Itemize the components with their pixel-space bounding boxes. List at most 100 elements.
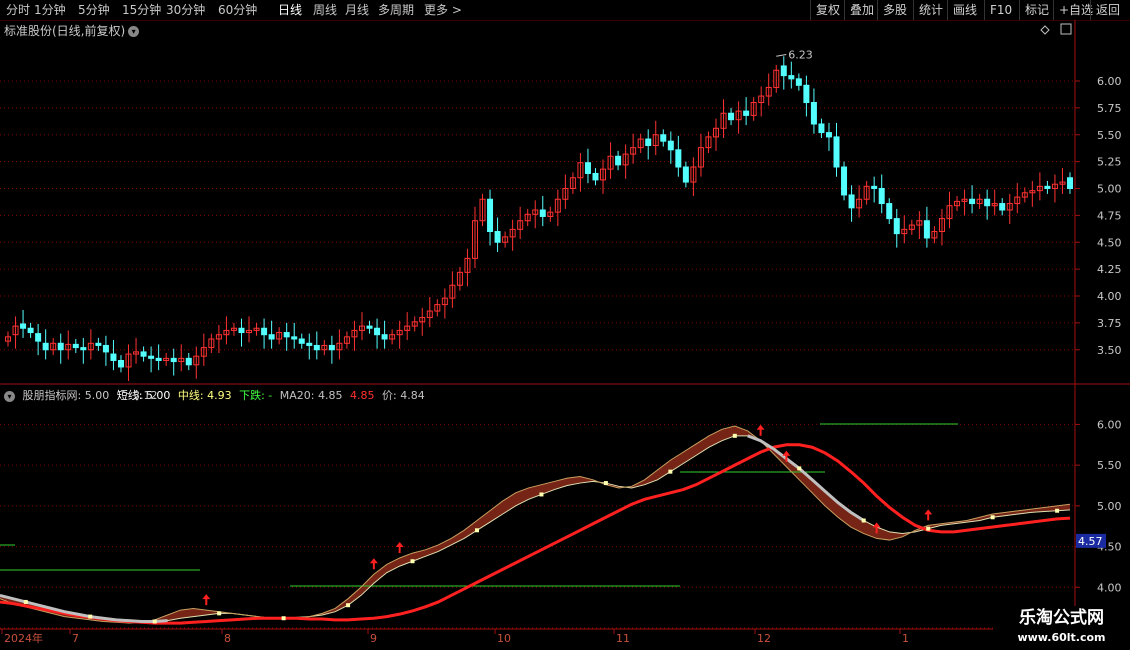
candle-body xyxy=(1067,177,1073,189)
candle-body xyxy=(584,162,591,174)
chart-canvas[interactable]: 3.50 3.75 4.00 4.25 4.50 4.75 5.00 5.25 5.50 5.75… xyxy=(0,0,1130,650)
annotation-leader xyxy=(776,53,787,57)
main-tick-label: 4.00 xyxy=(1097,290,1122,303)
candle-body xyxy=(788,75,795,80)
site-logo: 乐淘公式网 www.60lt.com xyxy=(993,606,1130,650)
annotation-label: 3.12 xyxy=(133,389,158,402)
candle-body xyxy=(780,65,787,77)
line-marker xyxy=(539,492,544,497)
date-axis-label: 11 xyxy=(616,632,630,645)
candle-body xyxy=(682,166,689,183)
diamond-icon xyxy=(1040,25,1050,35)
main-tick-label: 6.00 xyxy=(1097,75,1122,88)
candle-body xyxy=(20,323,27,329)
candle-body xyxy=(886,203,893,220)
candle-body xyxy=(35,333,42,342)
short-line xyxy=(0,425,1071,624)
candle-body xyxy=(170,357,177,363)
mid-line xyxy=(0,435,1071,622)
line-marker xyxy=(797,466,802,471)
candle-body xyxy=(148,355,155,359)
main-tick-label: 5.75 xyxy=(1097,102,1122,115)
buy-arrow-icon xyxy=(395,541,404,553)
candle-body xyxy=(261,327,268,336)
line-marker xyxy=(926,526,931,531)
candle-body xyxy=(155,357,162,362)
candle-body xyxy=(893,218,900,235)
candle-body xyxy=(660,134,667,142)
candle-body xyxy=(795,78,802,86)
candle-body xyxy=(117,360,124,368)
main-tick-label: 5.25 xyxy=(1097,156,1122,169)
candle-body xyxy=(57,342,64,351)
main-tick-label: 3.50 xyxy=(1097,344,1122,357)
candle-body xyxy=(818,123,825,134)
line-marker xyxy=(152,619,157,624)
candle-body xyxy=(328,344,335,351)
main-tick-label: 5.50 xyxy=(1097,129,1122,142)
buy-arrow-icon xyxy=(202,594,211,606)
candle-body xyxy=(923,220,930,239)
candle-body xyxy=(848,194,855,209)
candle-body xyxy=(803,84,810,104)
candle-body xyxy=(102,344,109,353)
indicator-tick-label: 4.00 xyxy=(1097,581,1122,594)
indicator-tick-label: 5.00 xyxy=(1097,500,1122,513)
buy-arrow-icon xyxy=(924,509,933,521)
candle-body xyxy=(487,198,494,232)
candle-body xyxy=(969,198,976,205)
date-axis-label: 2024年 xyxy=(4,631,43,645)
candle-body xyxy=(313,344,320,351)
candle-body xyxy=(291,336,298,340)
candle-body xyxy=(1044,185,1051,190)
line-marker xyxy=(281,616,286,621)
date-axis-label: 7 xyxy=(72,632,79,645)
main-tick-label: 5.00 xyxy=(1097,183,1122,196)
candle-body xyxy=(675,149,682,168)
candle-body xyxy=(381,334,388,340)
candle-body xyxy=(615,155,622,166)
line-marker xyxy=(1055,508,1060,513)
candle-body xyxy=(140,351,147,357)
candle-body xyxy=(110,353,117,361)
main-tick-label: 3.75 xyxy=(1097,317,1122,330)
candle-body xyxy=(871,185,878,190)
logo-line2: www.60lt.com xyxy=(1017,631,1106,644)
buy-arrow-icon xyxy=(756,424,765,436)
main-tick-label: 4.50 xyxy=(1097,236,1122,249)
candle-body xyxy=(185,357,192,366)
candle-body xyxy=(667,140,674,151)
buy-arrow-icon xyxy=(369,558,378,570)
candle-body xyxy=(810,102,817,125)
line-marker xyxy=(732,433,737,438)
ma20-line xyxy=(0,443,1071,625)
date-axis-label: 10 xyxy=(497,632,511,645)
candle-body xyxy=(841,166,848,196)
candle-body xyxy=(825,132,832,138)
line-marker xyxy=(474,528,479,533)
date-axis-label: 1 xyxy=(902,632,909,645)
main-tick-label: 4.75 xyxy=(1097,209,1122,222)
indicator-tick-label: 5.50 xyxy=(1097,459,1122,472)
date-axis-label: 8 xyxy=(224,632,231,645)
line-marker xyxy=(88,614,93,619)
candle-body xyxy=(306,342,313,346)
candle-body xyxy=(268,334,275,340)
candle-body xyxy=(366,325,373,329)
date-axis-label: 9 xyxy=(370,632,377,645)
logo-line1: 乐淘公式网 xyxy=(1019,608,1104,628)
candle-body xyxy=(743,110,750,116)
candle-body xyxy=(374,327,381,336)
main-tick-label: 4.25 xyxy=(1097,263,1122,276)
candle-body xyxy=(494,231,501,243)
candle-body xyxy=(238,327,245,334)
line-marker xyxy=(603,481,608,486)
candle-body xyxy=(539,209,546,217)
candle-body xyxy=(72,343,79,349)
date-axis-label: 12 xyxy=(757,632,771,645)
candle-body xyxy=(833,136,840,168)
candle-body xyxy=(283,332,290,338)
candle-body xyxy=(728,112,735,121)
line-marker xyxy=(410,559,415,564)
line-marker xyxy=(668,469,673,474)
